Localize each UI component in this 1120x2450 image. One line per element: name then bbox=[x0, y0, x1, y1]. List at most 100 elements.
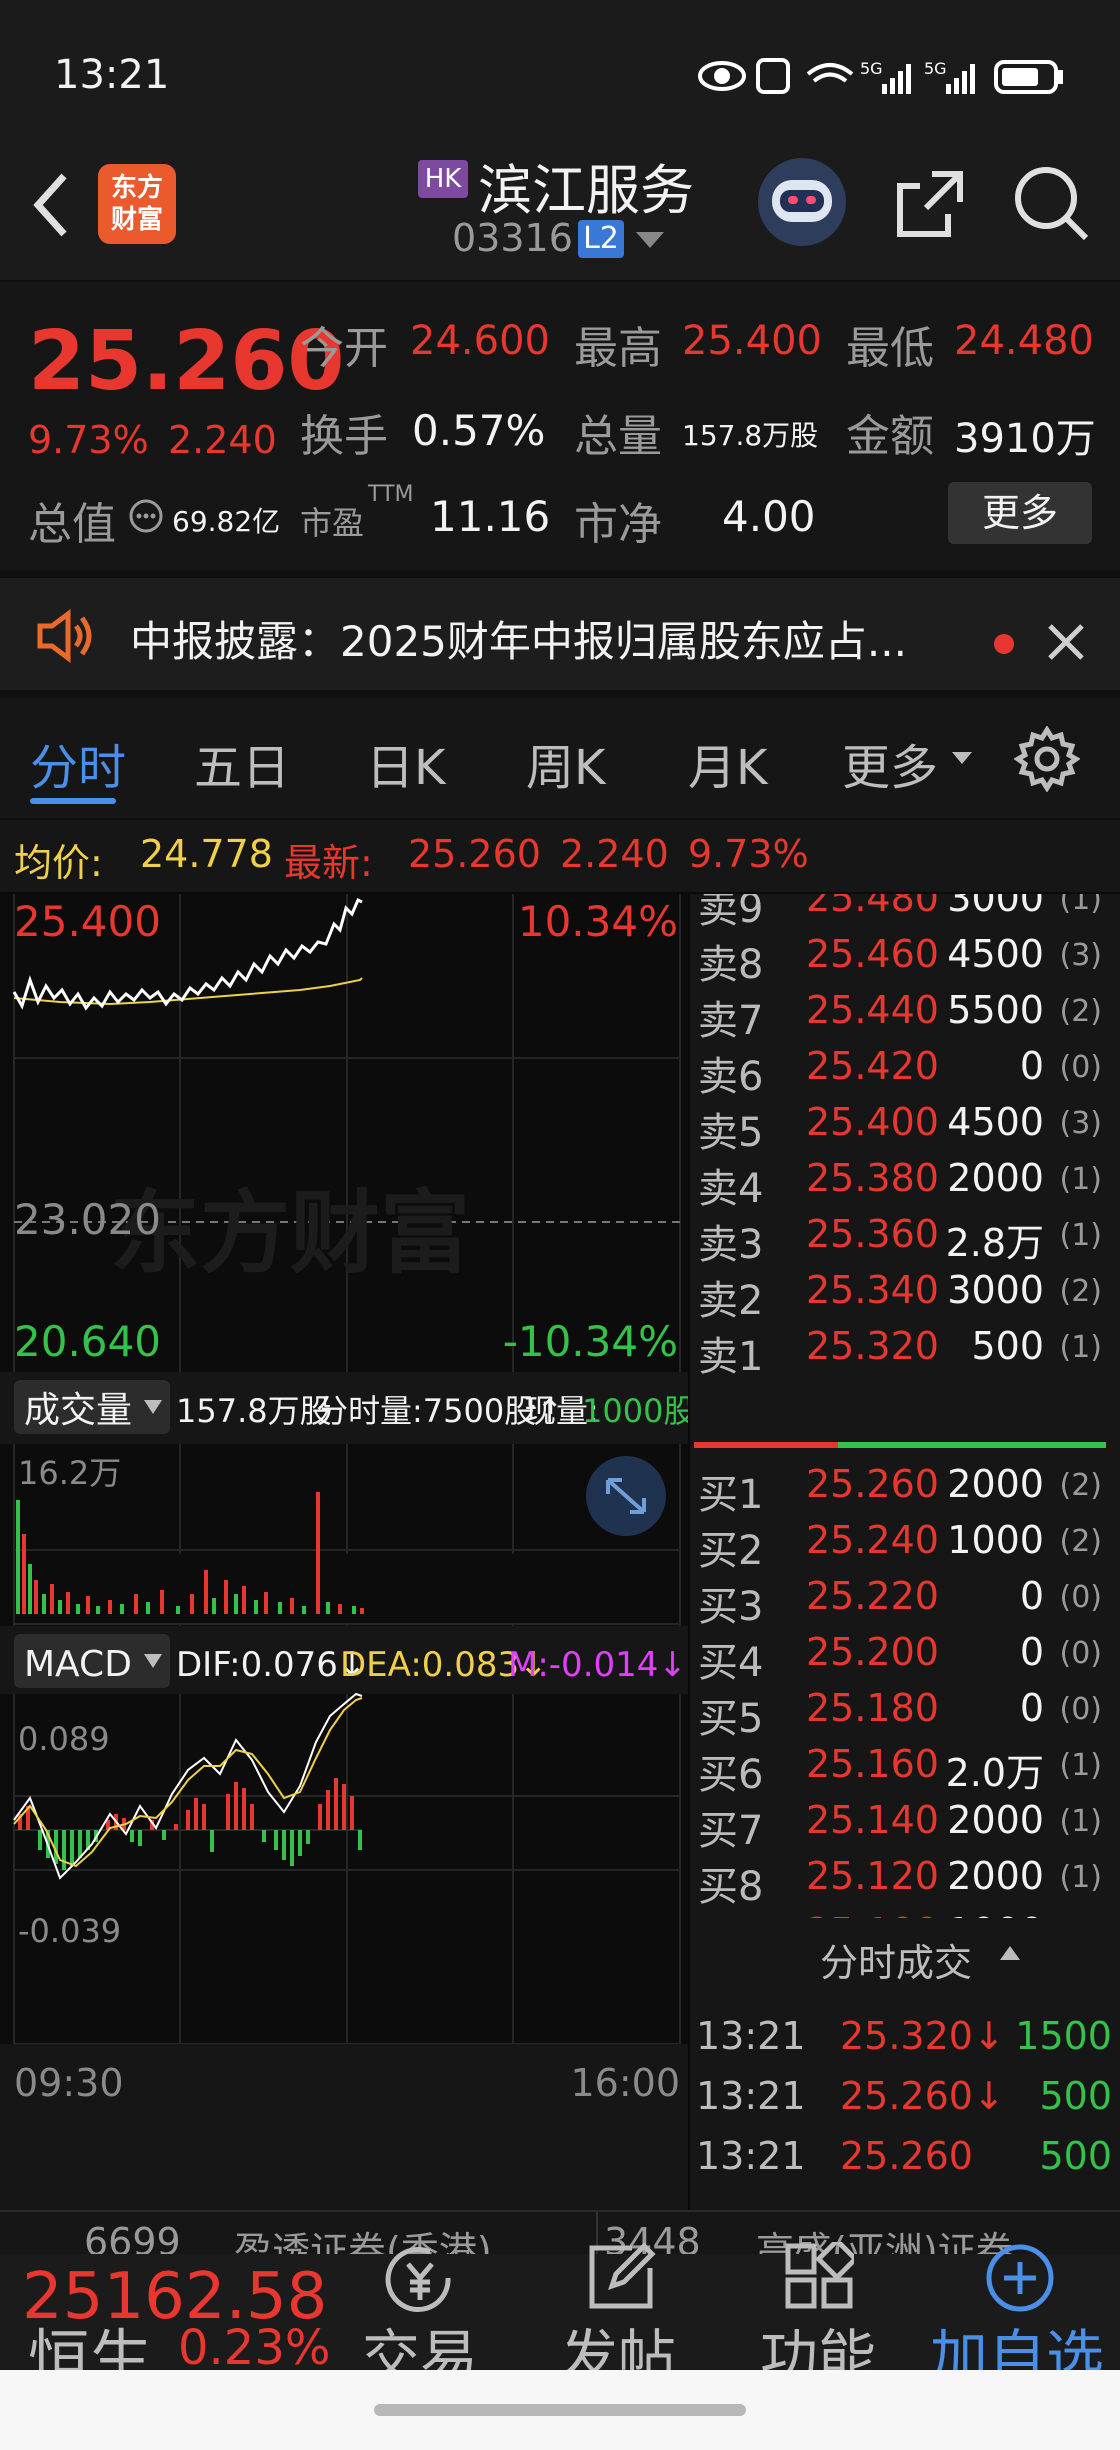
robot-assistant-icon[interactable] bbox=[758, 158, 846, 246]
last-price: 25.260 bbox=[28, 314, 345, 409]
add-watchlist-icon[interactable] bbox=[984, 2242, 1056, 2314]
high-label: 最高 bbox=[574, 323, 662, 374]
svg-text:5G: 5G bbox=[924, 59, 947, 78]
order-level-label: 卖9 bbox=[698, 894, 764, 932]
order-price: 25.440 bbox=[806, 988, 939, 1032]
amount-label: 金额 bbox=[846, 411, 934, 462]
volume-label: 总量 bbox=[574, 411, 662, 462]
bid-row[interactable]: 买8 25.120 2000 (1) bbox=[698, 1852, 1103, 1910]
tick-trades-title: 分时成交 bbox=[820, 1941, 973, 1985]
watermark: 东方财富 bbox=[110, 1181, 470, 1286]
order-count: (2) bbox=[1059, 1274, 1103, 1309]
low-value: 24.480 bbox=[954, 318, 1094, 364]
latest-change: 2.240 bbox=[560, 832, 669, 876]
ask-row[interactable]: 卖9 25.480 3000 (1) bbox=[698, 894, 1102, 932]
tab-five-day[interactable]: 五日 bbox=[194, 728, 290, 798]
broker-queue-strip[interactable]: 6699 盈透证券(香港) 3448 高盛(亚洲)证券 bbox=[0, 2210, 1120, 2273]
post-edit-icon[interactable] bbox=[586, 2242, 656, 2312]
turnover-value: 0.57% bbox=[412, 406, 546, 455]
order-volume: 0 bbox=[1019, 1630, 1044, 1674]
market-cap-label: 总值 bbox=[28, 499, 116, 550]
market-badge: HK bbox=[418, 160, 468, 198]
tab-daily-k[interactable]: 日K bbox=[366, 728, 445, 798]
tab-intraday[interactable]: 分时 bbox=[30, 728, 126, 798]
ask-row[interactable]: 卖6 25.420 0 (0) bbox=[698, 1042, 1102, 1100]
bottom-bar: 6699 盈透证券(香港) 3448 高盛(亚洲)证券 25162.58 恒生 … bbox=[0, 2210, 1120, 2395]
home-indicator[interactable] bbox=[374, 2404, 746, 2416]
order-volume: 4500 bbox=[947, 932, 1044, 976]
bid-row[interactable]: 买2 25.240 1000 (2) bbox=[698, 1516, 1103, 1574]
order-volume: 2000 bbox=[947, 1156, 1044, 1200]
order-price: 25.480 bbox=[806, 894, 939, 920]
latest-percent: 9.73% bbox=[688, 832, 809, 876]
order-count: (3) bbox=[1059, 1106, 1103, 1141]
bid-row[interactable]: 买7 25.140 2000 (1) bbox=[698, 1796, 1102, 1854]
quote-panel: 25.260 9.73% 2.240 今开 24.600 最高 25.400 最… bbox=[0, 282, 1120, 570]
bid-row[interactable]: 买6 25.160 2.0万 (1) bbox=[698, 1740, 1102, 1798]
volume-value: 157.8万股 bbox=[682, 419, 819, 452]
ask-row[interactable]: 卖1 25.320 500 (1) bbox=[698, 1322, 1102, 1380]
order-level-label: 卖4 bbox=[698, 1166, 764, 1212]
trade-time: 13:21 bbox=[696, 2134, 806, 2178]
tab-weekly-k[interactable]: 周K bbox=[526, 728, 605, 798]
announcement-bar[interactable]: 中报披露：2025财年中报归属股东应占... bbox=[0, 570, 1120, 698]
macd-m: M:-0.014↓ bbox=[508, 1645, 687, 1685]
change-percent: 9.73% bbox=[28, 418, 149, 462]
hsi-percent: 0.23% bbox=[178, 2320, 331, 2376]
order-volume: 2.0万 bbox=[945, 1751, 1044, 1795]
order-count: (0) bbox=[1059, 1692, 1103, 1727]
announcement-text[interactable]: 中报披露：2025财年中报归属股东应占... bbox=[130, 608, 907, 669]
time-end-label: 16:00 bbox=[570, 2061, 680, 2105]
order-level-label: 卖8 bbox=[698, 942, 764, 988]
bid-row[interactable]: 买1 25.260 2000 (2) bbox=[698, 1460, 1102, 1518]
info-icon[interactable] bbox=[128, 498, 164, 534]
chevron-up-icon[interactable] bbox=[998, 1944, 1022, 1962]
level2-badge[interactable]: L2 bbox=[578, 220, 624, 258]
ask-row[interactable]: 卖8 25.460 4500 (3) bbox=[698, 930, 1102, 988]
ask-row[interactable]: 卖5 25.400 4500 (3) bbox=[698, 1098, 1103, 1156]
order-price: 25.240 bbox=[806, 1518, 939, 1562]
order-price: 25.380 bbox=[806, 1156, 939, 1200]
functions-grid-icon[interactable] bbox=[784, 2242, 854, 2312]
order-level-label: 买2 bbox=[698, 1528, 764, 1574]
search-icon[interactable] bbox=[1012, 164, 1092, 244]
bid-row[interactable]: 买4 25.200 0 (0) bbox=[698, 1628, 1103, 1686]
trade-yen-icon[interactable] bbox=[382, 2244, 458, 2314]
price-chart[interactable]: 东方财富 20.640 25.400 10.34% 23.020 -10.34%… bbox=[0, 894, 688, 2210]
order-count: (0) bbox=[1059, 1636, 1103, 1671]
bid-row[interactable]: 买3 25.220 0 (0) bbox=[698, 1572, 1102, 1630]
ask-row[interactable]: 卖2 25.340 3000 (2) bbox=[698, 1266, 1103, 1324]
tab-monthly-k[interactable]: 月K bbox=[688, 728, 767, 798]
app-logo: 东方 财富 bbox=[98, 164, 176, 244]
high-value: 25.400 bbox=[682, 318, 822, 364]
order-level-label: 卖7 bbox=[698, 998, 764, 1044]
top-price-label: 25.400 bbox=[14, 897, 161, 946]
pe-ttm-superscript: TTM bbox=[368, 482, 414, 507]
back-icon[interactable] bbox=[28, 170, 72, 240]
macd-bottom-label: -0.039 bbox=[18, 1912, 121, 1950]
order-volume: 3000 bbox=[947, 1268, 1044, 1312]
tick-trades[interactable]: 分时成交 13:21 25.320↓ 1500 13:21 25.260↓ 500 13:2… bbox=[688, 1918, 1120, 2210]
pe-value: 11.16 bbox=[430, 492, 551, 541]
avg-price-label: 均价: bbox=[14, 841, 103, 885]
order-volume: 0 bbox=[1019, 1686, 1044, 1730]
share-icon[interactable] bbox=[892, 166, 968, 242]
order-volume: 500 bbox=[971, 1324, 1044, 1368]
order-level-label: 卖5 bbox=[698, 1110, 764, 1156]
bid-row[interactable]: 买5 25.180 0 (0) bbox=[698, 1684, 1103, 1742]
ask-row[interactable]: 卖7 25.440 5500 (2) bbox=[698, 986, 1102, 1044]
close-icon[interactable] bbox=[1046, 622, 1086, 662]
more-button[interactable]: 更多 bbox=[948, 482, 1092, 544]
order-price: 25.260 bbox=[806, 1462, 939, 1506]
ask-bid-ratio-green bbox=[838, 1442, 1106, 1448]
gear-icon[interactable] bbox=[1014, 726, 1080, 792]
ask-row[interactable]: 卖3 25.360 2.8万 (1) bbox=[698, 1210, 1102, 1268]
order-volume: 3000 bbox=[947, 894, 1044, 920]
order-count: (2) bbox=[1059, 1524, 1103, 1559]
amount-value: 3910万 bbox=[954, 416, 1096, 462]
order-count: (1) bbox=[1059, 1860, 1103, 1895]
intraday-chart-area: 均价: 24.778 最新: 25.260 2.240 9.73% 东方财富 2… bbox=[0, 820, 1120, 2210]
ask-row[interactable]: 卖4 25.380 2000 (1) bbox=[698, 1154, 1102, 1212]
tab-more[interactable]: 更多 bbox=[842, 728, 938, 798]
chevron-down-icon[interactable] bbox=[634, 230, 666, 250]
